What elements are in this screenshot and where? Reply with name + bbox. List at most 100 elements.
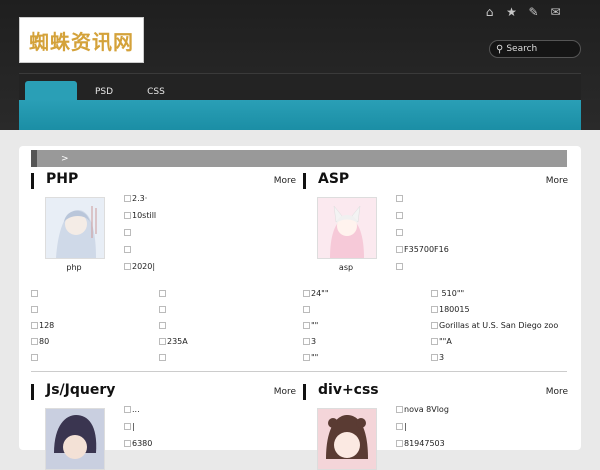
breadcrumb: > xyxy=(31,150,567,167)
section-header: Js/Jquery More xyxy=(31,382,296,400)
grid-item[interactable] xyxy=(303,305,311,314)
thumbnail-image[interactable] xyxy=(317,408,377,470)
bullet-icon xyxy=(396,229,403,236)
grid-item[interactable]: 3 xyxy=(431,353,444,362)
bullet-icon xyxy=(303,338,310,345)
search-icon[interactable]: ⚲ xyxy=(496,44,503,55)
list-item[interactable] xyxy=(396,211,449,228)
list-item[interactable] xyxy=(396,194,449,211)
section-title[interactable]: ASP xyxy=(318,171,349,187)
more-link[interactable]: More xyxy=(546,387,568,397)
search-input[interactable] xyxy=(506,44,573,54)
bullet-icon xyxy=(431,338,438,345)
list-item[interactable]: | xyxy=(396,422,449,439)
bullet-icon xyxy=(303,354,310,361)
grid-item[interactable] xyxy=(31,305,39,314)
list-item[interactable]: 6380 xyxy=(124,439,152,456)
tab-css[interactable]: CSS xyxy=(141,83,171,100)
home-icon[interactable]: ⌂ xyxy=(483,5,496,19)
bullet-icon xyxy=(396,212,403,219)
bullet-icon xyxy=(396,246,403,253)
main-nav: PSD CSS xyxy=(19,73,581,130)
bullet-icon xyxy=(31,306,38,313)
list-item[interactable] xyxy=(124,245,156,262)
bullet-icon xyxy=(124,263,131,270)
bullet-icon xyxy=(431,306,438,313)
bullet-icon xyxy=(396,406,403,413)
bullet-icon xyxy=(159,338,166,345)
bullet-icon xyxy=(124,246,131,253)
site-header: 蜘蛛资讯网 ⌂ ★ ✎ ✉ ⚲ PSD CSS xyxy=(0,0,600,130)
bullet-icon xyxy=(303,290,310,297)
list-item[interactable] xyxy=(396,262,449,279)
bullet-icon xyxy=(431,354,438,361)
list-item[interactable]: F35700F16 xyxy=(396,245,449,262)
section-header: div+css More xyxy=(303,382,568,400)
thumbnail-image[interactable] xyxy=(317,197,377,259)
section-title[interactable]: div+css xyxy=(318,382,379,398)
tab-psd[interactable]: PSD xyxy=(89,83,119,100)
bullet-icon xyxy=(431,290,438,297)
grid-item[interactable] xyxy=(159,353,167,362)
thumbnail-label[interactable]: asp xyxy=(317,263,375,272)
grid-item[interactable]: 80 xyxy=(31,337,49,346)
tab-label: PSD xyxy=(94,86,114,97)
more-link[interactable]: More xyxy=(274,176,296,186)
grid-item[interactable]: "" xyxy=(303,321,318,330)
more-link[interactable]: More xyxy=(274,387,296,397)
grid-item[interactable] xyxy=(159,305,167,314)
grid-item[interactable]: 235A xyxy=(159,337,188,346)
bullet-icon xyxy=(124,212,131,219)
thumbnail-image[interactable] xyxy=(45,408,105,470)
grid-item[interactable]: 3 xyxy=(303,337,316,346)
grid-item[interactable] xyxy=(159,321,167,330)
article-list: ... | 6380 xyxy=(124,405,152,456)
grid-item[interactable] xyxy=(31,353,39,362)
logo-text: 蜘蛛资讯网 xyxy=(29,29,134,54)
chat-icon[interactable]: ✉ xyxy=(549,5,562,19)
list-item[interactable]: | xyxy=(124,422,152,439)
thumbnail-image[interactable] xyxy=(45,197,105,259)
grid-item[interactable]: "" xyxy=(303,353,318,362)
section-title[interactable]: Js/Jquery xyxy=(46,382,115,398)
list-item[interactable]: 2020| xyxy=(124,262,156,279)
bullet-icon xyxy=(124,229,131,236)
article-list: nova 8Vlog | 81947503 xyxy=(396,405,449,456)
grid-item[interactable]: Gorillas at U.S. San Diego zoo xyxy=(431,321,558,330)
grid-item[interactable]: 128 xyxy=(31,321,54,330)
article-list: 2.3· 10still 2020| xyxy=(124,194,156,279)
grid-item[interactable] xyxy=(159,289,167,298)
list-item[interactable]: 2.3· xyxy=(124,194,156,211)
bullet-icon xyxy=(31,290,38,297)
breadcrumb-separator: > xyxy=(61,153,69,164)
bullet-icon xyxy=(31,322,38,329)
article-list: F35700F16 xyxy=(396,194,449,279)
main-panel: > PHP More php 2.3· 10still 2020| 128 80… xyxy=(19,146,581,470)
bullet-icon xyxy=(396,440,403,447)
bullet-icon xyxy=(303,322,310,329)
section-title[interactable]: PHP xyxy=(46,171,78,187)
grid-item[interactable]: 510"" xyxy=(431,289,464,298)
grid-item[interactable] xyxy=(31,289,39,298)
grid-item[interactable]: 24"" xyxy=(303,289,329,298)
list-item[interactable] xyxy=(396,228,449,245)
bullet-icon xyxy=(159,322,166,329)
section-header: PHP More xyxy=(31,171,296,189)
nav-strip xyxy=(19,100,581,130)
site-logo[interactable]: 蜘蛛资讯网 xyxy=(19,17,144,63)
bullet-icon xyxy=(396,263,403,270)
tab-label: CSS xyxy=(147,86,165,97)
tab-home[interactable] xyxy=(25,81,77,100)
edit-icon[interactable]: ✎ xyxy=(527,5,540,19)
list-item[interactable]: 10still xyxy=(124,211,156,228)
thumbnail-label[interactable]: php xyxy=(45,263,103,272)
list-item[interactable]: 81947503 xyxy=(396,439,449,456)
grid-item[interactable]: 180015 xyxy=(431,305,470,314)
list-item[interactable]: nova 8Vlog xyxy=(396,405,449,422)
more-link[interactable]: More xyxy=(546,176,568,186)
list-item[interactable]: ... xyxy=(124,405,152,422)
bullet-icon xyxy=(159,290,166,297)
grid-item[interactable]: ""A xyxy=(431,337,452,346)
star-icon[interactable]: ★ xyxy=(505,5,518,19)
list-item[interactable] xyxy=(124,228,156,245)
